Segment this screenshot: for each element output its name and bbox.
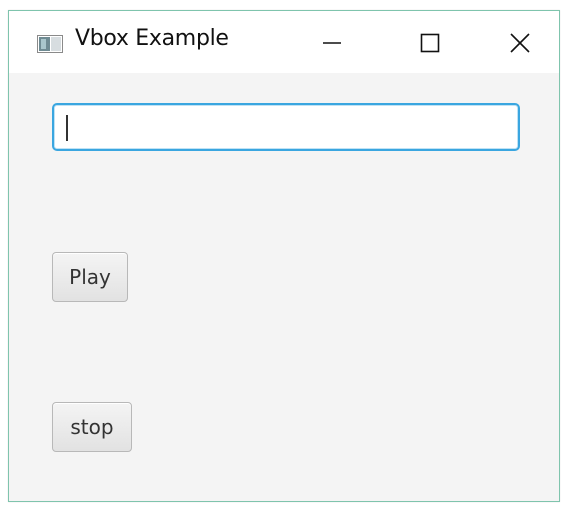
text-input[interactable] bbox=[52, 103, 520, 151]
text-cursor bbox=[66, 115, 68, 141]
app-icon bbox=[37, 35, 63, 53]
maximize-button[interactable] bbox=[407, 21, 453, 65]
close-button[interactable] bbox=[497, 21, 543, 65]
close-icon bbox=[509, 32, 531, 54]
play-button[interactable]: Play bbox=[52, 252, 128, 302]
minimize-button[interactable] bbox=[309, 21, 355, 65]
title-bar[interactable]: Vbox Example bbox=[9, 11, 559, 73]
minimize-icon bbox=[322, 33, 342, 53]
maximize-icon bbox=[420, 33, 440, 53]
stop-button[interactable]: stop bbox=[52, 402, 132, 452]
window-title: Vbox Example bbox=[75, 26, 229, 51]
